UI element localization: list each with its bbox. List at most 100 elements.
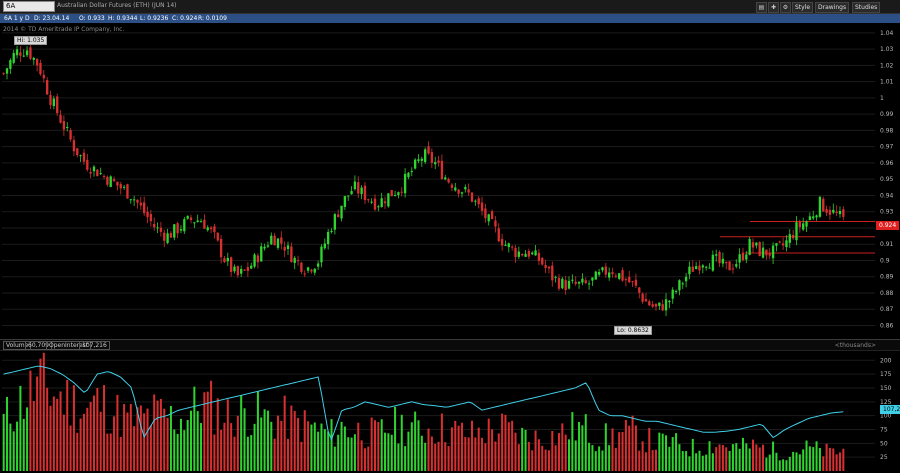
price-chart[interactable]: 1.04 1.03 1.02 1.01 1 0.99 0.98 0.97 0.96 0.95 0.9… <box>0 24 900 339</box>
candle-body <box>718 252 721 264</box>
volume-bar <box>805 440 808 471</box>
volume-bar <box>46 387 49 471</box>
settings-icon[interactable]: ⚙ <box>780 2 791 13</box>
link-icon[interactable]: ▤ <box>756 2 767 13</box>
volume-bar <box>179 418 182 471</box>
volume-bar <box>340 421 343 471</box>
volume-bar <box>691 438 694 471</box>
candle-body <box>725 261 728 264</box>
volume-bar <box>404 446 407 471</box>
price-tick-label: 0.94 <box>880 192 894 199</box>
candle-body <box>143 202 146 214</box>
volume-bar <box>22 418 25 471</box>
volume-bar <box>484 443 487 471</box>
candle-body <box>25 50 29 56</box>
volume-bar <box>752 439 755 471</box>
volume-bar <box>76 432 79 471</box>
volume-bar <box>588 442 591 471</box>
volume-bar <box>574 440 577 471</box>
volume-bar <box>731 444 734 471</box>
candle-body <box>527 250 531 257</box>
drawings-button[interactable]: Drawings <box>815 2 850 13</box>
candle-body <box>427 146 430 154</box>
volume-bar <box>240 395 243 471</box>
volume-bar <box>146 408 149 471</box>
candle-body <box>761 247 765 258</box>
symbol-input[interactable]: 6A <box>3 1 55 12</box>
volume-bar <box>260 417 263 471</box>
candle-body <box>333 214 337 230</box>
candle-body <box>611 272 614 275</box>
candle-body <box>641 293 644 302</box>
volume-bar <box>69 425 72 471</box>
volume-bar <box>26 407 29 471</box>
candle-body <box>283 246 286 251</box>
volume-bar <box>106 433 109 471</box>
candle-body <box>270 235 273 245</box>
volume-bar <box>561 423 564 471</box>
candle-body <box>621 270 624 281</box>
candle-body <box>300 262 303 272</box>
volume-bar <box>397 443 400 471</box>
volume-bar <box>832 448 835 471</box>
candle-body <box>410 171 413 173</box>
candle-body <box>206 227 209 231</box>
candle-body <box>199 221 203 223</box>
volume-bar <box>323 429 326 471</box>
volume-bar <box>417 420 420 471</box>
volume-bar <box>169 405 172 471</box>
candle-body <box>808 216 812 220</box>
candle-body <box>457 189 460 194</box>
volume-bar <box>220 429 223 471</box>
candle-body <box>521 253 524 256</box>
candle-body <box>691 266 694 272</box>
volume-bar <box>838 452 841 471</box>
candle-body <box>326 231 330 244</box>
volume-bar <box>36 376 39 471</box>
volume-bar <box>778 460 781 471</box>
crosshair-icon[interactable]: ✚ <box>768 2 779 13</box>
volume-bar <box>283 395 286 471</box>
volume-bar <box>711 453 714 471</box>
candle-body <box>694 266 698 270</box>
candle-body <box>618 273 621 279</box>
studies-button[interactable]: Studies <box>852 2 881 13</box>
volume-bar <box>531 450 534 471</box>
price-tick-label: 0.87 <box>880 306 894 313</box>
candle-body <box>454 187 457 191</box>
volume-bar <box>497 433 500 471</box>
candle-body <box>604 266 607 275</box>
volume-bar <box>256 391 259 471</box>
candle-body <box>758 242 761 256</box>
candle-body <box>49 94 52 105</box>
candle-body <box>497 228 500 242</box>
volume-bar <box>521 427 524 471</box>
volume-bar <box>62 414 65 471</box>
candle-body <box>447 179 450 183</box>
price-tick-label: 0.89 <box>880 274 894 281</box>
volume-bar <box>554 445 557 471</box>
price-tick-label: 0.91 <box>880 241 894 248</box>
volume-bar <box>611 428 614 471</box>
candle-body <box>343 196 347 207</box>
volume-bar <box>414 411 417 471</box>
candle-body <box>738 254 741 263</box>
volume-bar <box>190 410 193 471</box>
candle-body <box>417 159 420 161</box>
volume-bar <box>701 455 704 471</box>
open-interest-line <box>3 365 844 441</box>
price-tick-label: 0.86 <box>880 322 894 329</box>
period-label[interactable]: 6A 1 y D <box>4 15 30 22</box>
candle-body <box>196 220 199 222</box>
volume-bar <box>210 380 213 471</box>
volume-chart[interactable]: 200175150125100755025 <box>0 350 900 473</box>
candle-body <box>490 211 494 220</box>
style-button[interactable]: Style <box>792 2 814 13</box>
candle-body <box>310 269 313 272</box>
volume-bar <box>216 398 219 471</box>
candle-body <box>397 192 400 196</box>
candle-body <box>186 215 189 219</box>
volume-bar <box>119 437 122 471</box>
volume-bar <box>487 418 490 471</box>
volume-bar <box>300 441 303 471</box>
